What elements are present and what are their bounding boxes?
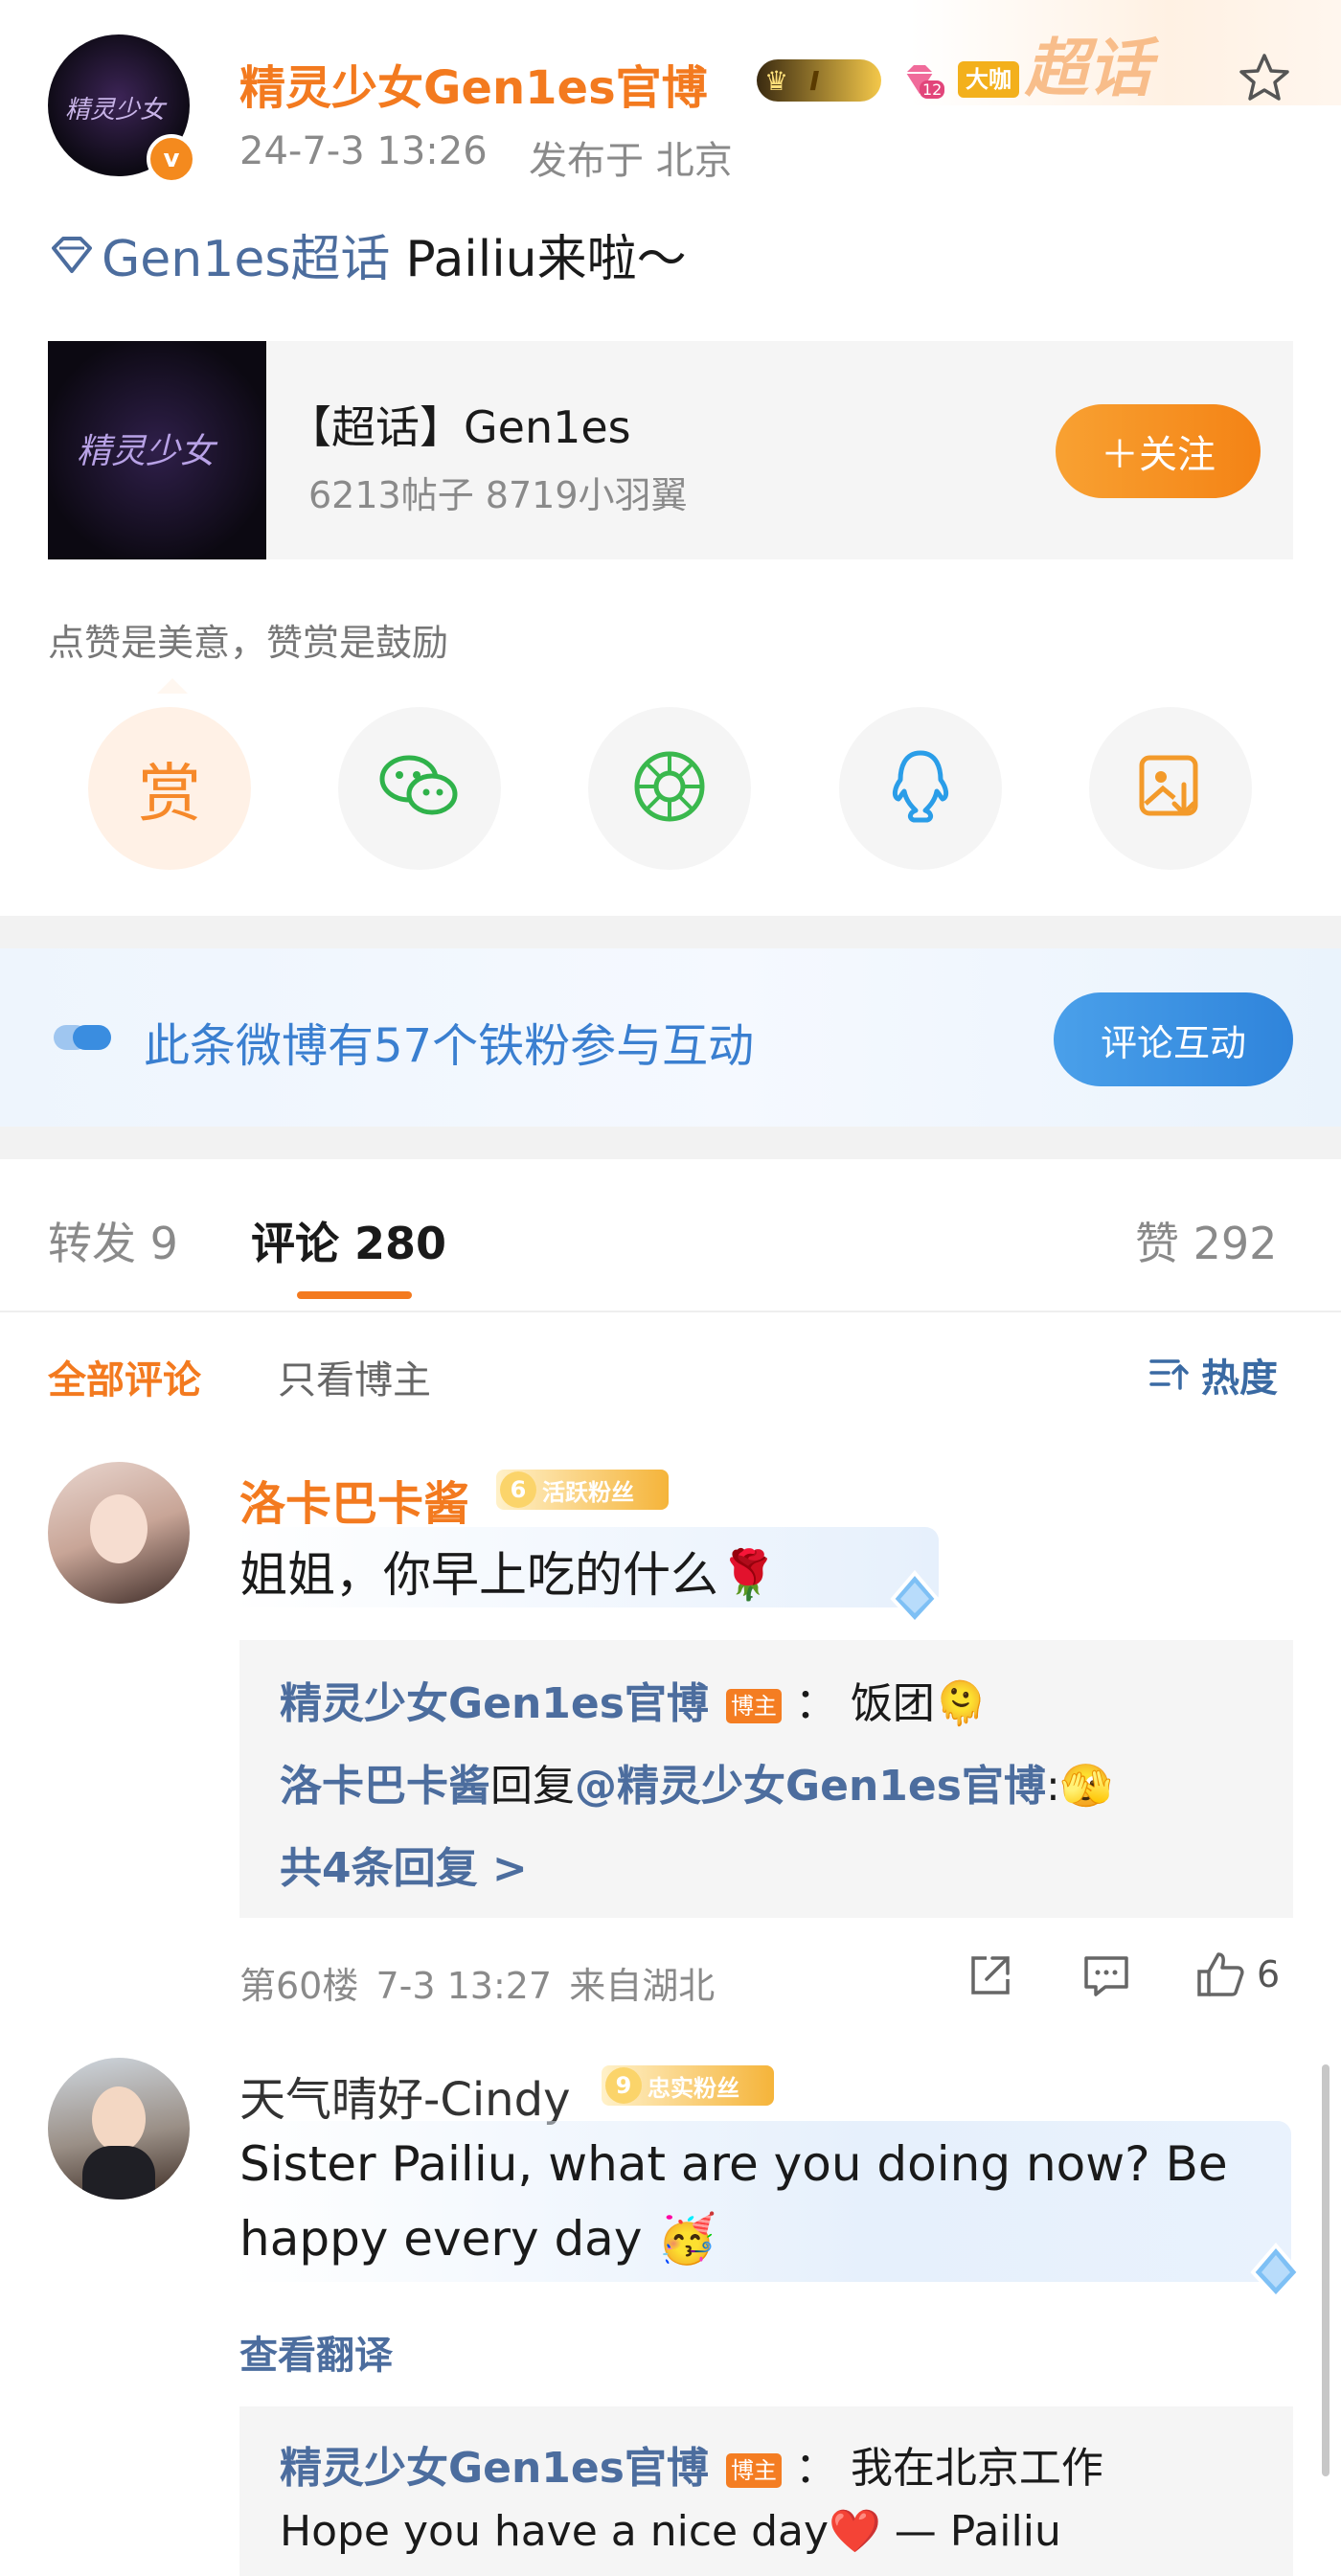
- post-location: 发布于 北京: [529, 139, 733, 183]
- reward-button[interactable]: 赏: [88, 707, 251, 870]
- wechat-icon: [376, 748, 463, 829]
- reply-line-2: Hope you have a nice day❤️ — Pailiu: [280, 2507, 1061, 2556]
- sort-icon: [1148, 1354, 1193, 1396]
- sparkle-diamond-icon: [881, 1565, 948, 1632]
- scrollbar[interactable]: [1322, 2064, 1330, 2476]
- more-replies-link[interactable]: 共4条回复 >: [280, 1834, 528, 1895]
- fan-level-number: 9: [605, 2067, 642, 2104]
- fan-banner-text: 此条微博有57个铁粉参与互动: [144, 1019, 755, 1073]
- post-text-line: Gen1es超话 Pailiu来啦～: [48, 218, 687, 290]
- reply-text: :🫣: [1045, 1762, 1113, 1811]
- comment-floor: 第60楼: [239, 1965, 359, 2007]
- qq-icon: [887, 747, 954, 830]
- star-icon[interactable]: [1236, 50, 1293, 107]
- follow-button[interactable]: ＋关注: [1056, 404, 1261, 498]
- section-divider: [0, 916, 1341, 948]
- sort-label: 热度: [1201, 1356, 1278, 1401]
- vip-badge: 大咖: [958, 61, 1019, 98]
- tab-repost[interactable]: 转发 9: [48, 1209, 178, 1272]
- like-count: 6: [1257, 1953, 1281, 1995]
- tab-comment[interactable]: 评论 280: [251, 1209, 446, 1272]
- commenter-name[interactable]: 洛卡巴卡酱: [239, 1466, 469, 1533]
- save-image-icon: [1134, 750, 1207, 827]
- reward-pointer: [157, 678, 188, 694]
- comment-text-line-1: Sister Pailiu, what are you doing now? B…: [239, 2136, 1228, 2192]
- moments-share-button[interactable]: [588, 707, 751, 870]
- comment-interact-button[interactable]: 评论互动: [1054, 992, 1293, 1086]
- supertopic-card-logo: 精灵少女: [48, 341, 266, 559]
- reward-icon: 赏: [138, 757, 201, 831]
- post-text: Pailiu来啦～: [405, 231, 687, 288]
- author-name[interactable]: 精灵少女Gen1es官博: [239, 50, 708, 117]
- reply-mid: 回复: [490, 1762, 575, 1811]
- avatar-logo-text: 精灵少女: [65, 96, 166, 125]
- tab-like[interactable]: 赞 292: [1135, 1209, 1277, 1272]
- fan-banner-icon: [52, 1021, 115, 1054]
- active-tab-indicator: [297, 1291, 412, 1299]
- fan-level-number: 6: [500, 1471, 536, 1508]
- author-tag: 博主: [725, 2453, 782, 2488]
- reply-mention[interactable]: @精灵少女Gen1es官博: [575, 1762, 1046, 1811]
- translate-link[interactable]: 查看翻译: [239, 2324, 393, 2380]
- comment-location: 来自湖北: [569, 1965, 716, 2007]
- reply-comment-icon[interactable]: [1080, 1950, 1132, 2000]
- comment-text: 姐姐，你早上吃的什么🌹: [239, 1547, 779, 1603]
- like-button[interactable]: 6: [1192, 1947, 1280, 2002]
- tabs-bottom-border: [0, 1311, 1341, 1312]
- filter-all-comments[interactable]: 全部评论: [48, 1349, 201, 1404]
- save-image-button[interactable]: [1089, 707, 1252, 870]
- level-badge: ♛ I: [757, 59, 881, 102]
- reply-line: 精灵少女Gen1es官博 博主 ： 饭团🫠: [280, 1669, 988, 1730]
- sort-button[interactable]: 热度: [1148, 1347, 1278, 1402]
- reply-user[interactable]: 精灵少女Gen1es官博: [280, 1679, 709, 1728]
- fan-level-badge: 9 忠实粉丝: [602, 2065, 774, 2106]
- commenter-avatar[interactable]: [48, 2058, 190, 2200]
- share-comment-icon[interactable]: [966, 1950, 1015, 2000]
- sparkle-diamond-icon: [1241, 2238, 1310, 2307]
- reply-user[interactable]: 精灵少女Gen1es官博: [280, 2444, 709, 2493]
- fan-badge-number: 12: [920, 80, 945, 99]
- reply-text: 我在北京工作: [850, 2444, 1103, 2493]
- comment-time: 7-3 13:27: [375, 1965, 553, 2007]
- reward-caption: 点赞是美意，赞赏是鼓励: [48, 622, 449, 664]
- crown-icon: ♛: [764, 64, 789, 97]
- comment-text-line-2: happy every day 🥳: [239, 2211, 717, 2267]
- fan-level-label: 忠实粉丝: [648, 2074, 739, 2102]
- author-tag: 博主: [725, 1689, 782, 1723]
- qq-share-button[interactable]: [839, 707, 1002, 870]
- verified-icon: v: [147, 134, 196, 184]
- wechat-share-button[interactable]: [338, 707, 501, 870]
- reply-sep: ：: [794, 1679, 837, 1728]
- supertopic-card[interactable]: 精灵少女 【超话】Gen1es 6213帖子 8719小羽翼 ＋关注: [48, 341, 1293, 559]
- fan-level-badge: 6 活跃粉丝: [496, 1470, 669, 1510]
- supertopic-diamond-icon: [48, 231, 96, 279]
- thumbs-up-icon: [1192, 1947, 1247, 2002]
- reply-box[interactable]: 精灵少女Gen1es官博 博主 ： 我在北京工作 Hope you have a…: [239, 2406, 1293, 2576]
- comment-meta: 第60楼 7-3 13:27 来自湖北: [239, 1956, 715, 2009]
- commenter-name[interactable]: 天气晴好-Cindy: [239, 2062, 570, 2129]
- filter-author-only[interactable]: 只看博主: [278, 1349, 431, 1404]
- supertopic-card-title: 【超话】Gen1es: [287, 401, 631, 453]
- reply-line: 精灵少女Gen1es官博 博主 ： 我在北京工作: [280, 2433, 1103, 2495]
- reply-line: 洛卡巴卡酱回复@精灵少女Gen1es官博:🫣: [280, 1751, 1113, 1812]
- supertopic-watermark: 超话: [1025, 32, 1151, 105]
- fan-level-label: 活跃粉丝: [542, 1478, 634, 1506]
- supertopic-link[interactable]: Gen1es超话: [102, 218, 390, 290]
- card-logo-text: 精灵少女: [77, 432, 216, 471]
- reply-user[interactable]: 洛卡巴卡酱: [280, 1762, 490, 1811]
- commenter-avatar[interactable]: [48, 1462, 190, 1604]
- reply-text: 饭团🫠: [850, 1679, 988, 1728]
- moments-icon: [631, 748, 708, 829]
- fan-diamond-icon: 12: [898, 59, 945, 102]
- supertopic-card-stats: 6213帖子 8719小羽翼: [308, 474, 688, 516]
- level-badge-text: I: [809, 64, 820, 97]
- section-divider-2: [0, 1127, 1341, 1159]
- post-time: 24-7-3 13:26: [239, 129, 488, 173]
- reply-box[interactable]: 精灵少女Gen1es官博 博主 ： 饭团🫠 洛卡巴卡酱回复@精灵少女Gen1es…: [239, 1640, 1293, 1918]
- reply-sep: ：: [794, 2444, 837, 2493]
